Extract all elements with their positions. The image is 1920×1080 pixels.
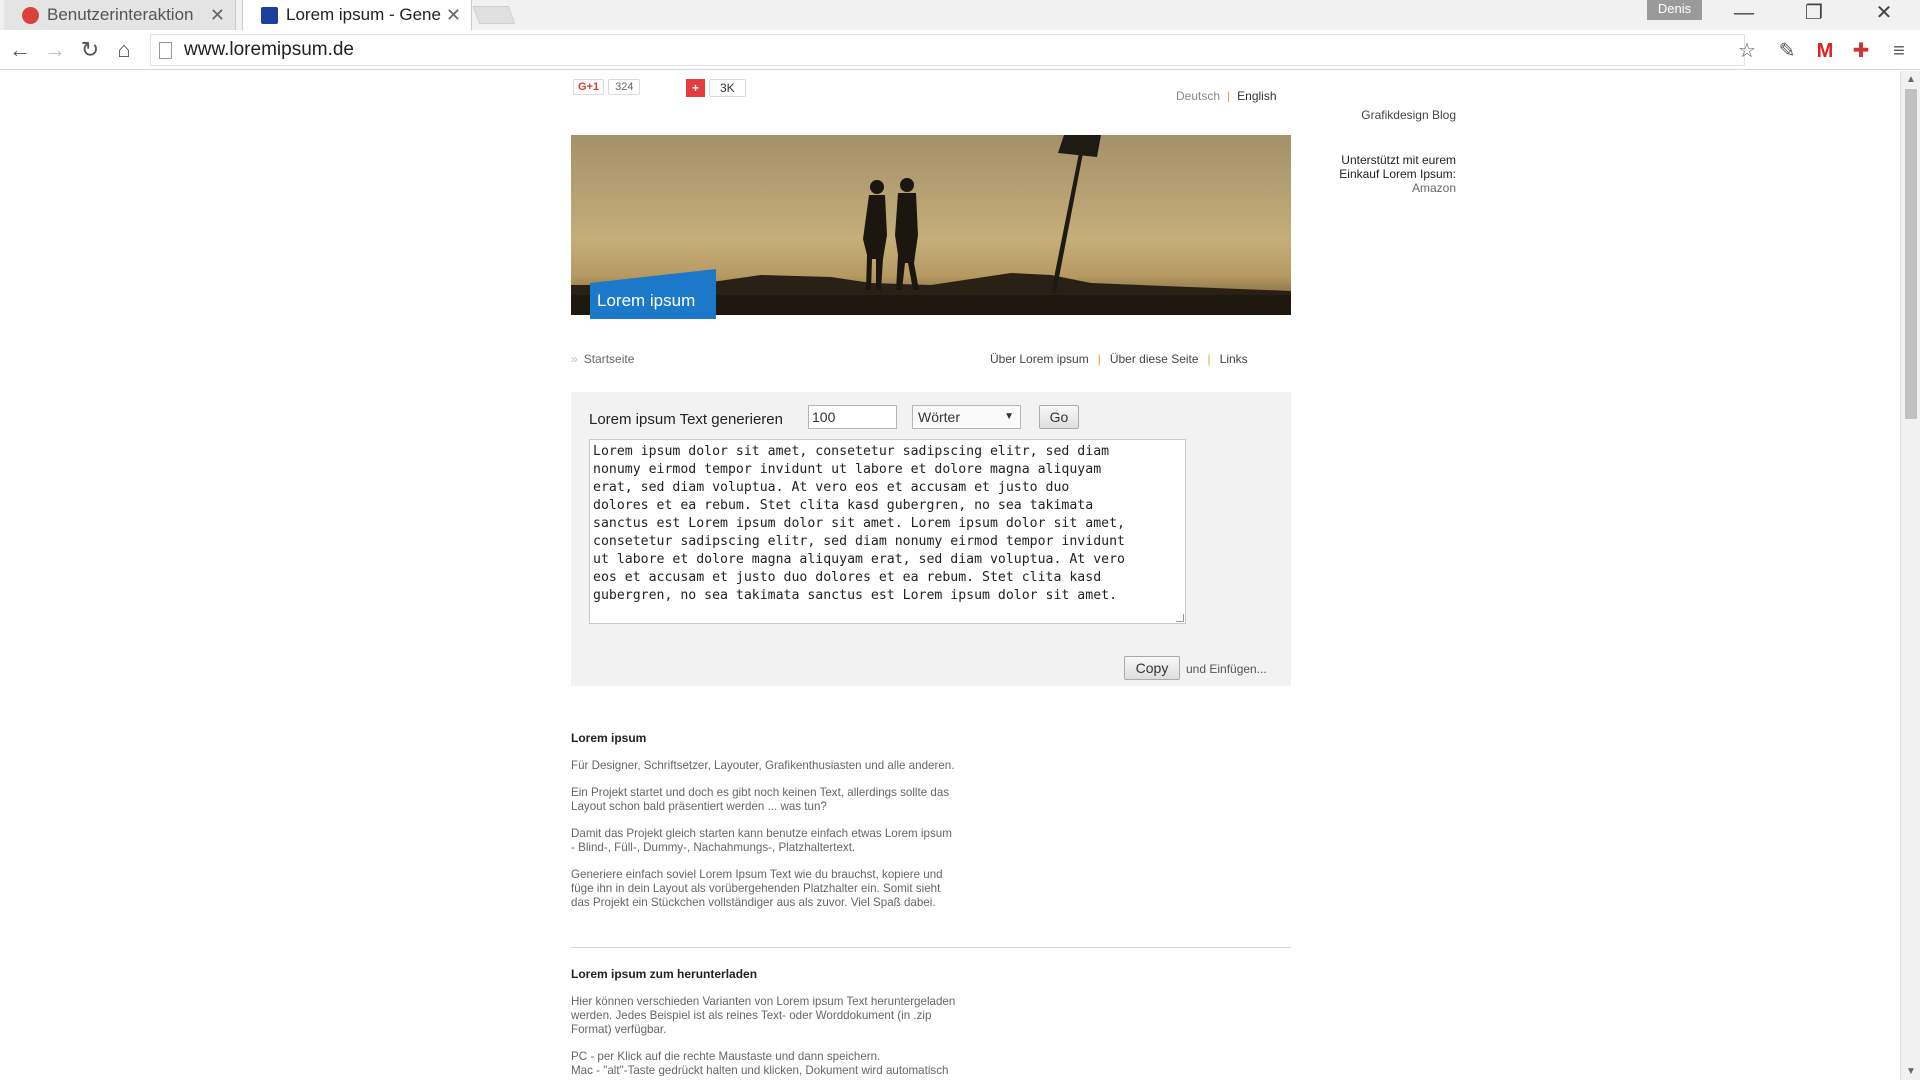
text-line: Für Designer, Schriftsetzer, Layouter, G…	[571, 759, 955, 772]
scroll-up-icon[interactable]: ▲	[1906, 74, 1916, 85]
browser-toolbar: ← → ↻ ⌂ www.loremipsum.de ☆ ✎ M ✚ ≡	[0, 30, 1920, 70]
text-line: Ein Projekt startet und doch es gibt noc…	[571, 786, 950, 799]
lang-english-link[interactable]: English	[1237, 89, 1276, 103]
gplus-count: 324	[608, 79, 641, 95]
generator-panel: Lorem ipsum Text generieren 100 Wörter ▼…	[571, 392, 1291, 686]
download-paragraph: Hier können verschieden Varianten von Lo…	[571, 995, 1031, 1037]
share-count: 3K	[709, 79, 746, 97]
gplus-widget[interactable]: G+1 324	[573, 79, 641, 95]
bookmark-star-icon[interactable]: ☆	[1734, 38, 1760, 64]
support-line: Unterstützt mit eurem	[1341, 153, 1456, 167]
browser-tabstrip: Benutzerinteraktion ✕ Lorem ipsum - Gene…	[0, 0, 1920, 30]
amazon-link[interactable]: Amazon	[1300, 181, 1456, 195]
download-section: Lorem ipsum zum herunterladen Hier könne…	[571, 967, 1031, 1076]
divider: |	[1097, 352, 1101, 366]
new-tab-button[interactable]	[472, 6, 516, 24]
chevron-right-icon: »	[571, 352, 578, 366]
loremipsum-favicon-icon	[261, 6, 278, 24]
unit-select[interactable]: Wörter ▼	[912, 405, 1021, 429]
text-line: Generiere einfach soviel Lorem Ipsum Tex…	[571, 868, 943, 881]
pinterest-favicon-icon	[22, 6, 39, 24]
extension-plus-icon[interactable]: ✚	[1848, 38, 1874, 64]
breadcrumb: » Startseite	[571, 352, 634, 366]
about-section: Lorem ipsum Für Designer, Schriftsetzer,…	[571, 731, 1031, 923]
extension-tool-icon[interactable]: ✎	[1774, 38, 1800, 64]
copy-hint: und Einfügen...	[1186, 662, 1267, 676]
about-paragraph: Damit das Projekt gleich starten kann be…	[571, 827, 1031, 855]
text-line: das Projekt ein Stückchen vollständiger …	[571, 896, 936, 909]
scrollbar-thumb[interactable]	[1905, 89, 1917, 419]
close-tab-icon[interactable]: ✕	[210, 5, 225, 26]
breadcrumb-home-link[interactable]: Startseite	[584, 352, 635, 366]
about-paragraph: Generiere einfach soviel Lorem Ipsum Tex…	[571, 868, 1031, 910]
lorem-output-text: Lorem ipsum dolor sit amet, consetetur s…	[593, 444, 1125, 603]
divider: |	[1207, 352, 1211, 366]
copy-button[interactable]: Copy	[1124, 656, 1180, 680]
gmail-extension-icon[interactable]: M	[1812, 38, 1838, 64]
address-bar[interactable]: www.loremipsum.de	[150, 34, 1745, 66]
page-scrollbar[interactable]: ▲ ▼	[1900, 71, 1920, 1080]
text-line: Hier können verschieden Varianten von Lo…	[571, 995, 956, 1008]
text-line: füge ihn in dein Layout als vorübergehen…	[571, 882, 941, 895]
tab-lorem-ipsum[interactable]: Lorem ipsum - Gene ✕	[242, 0, 472, 30]
restore-icon[interactable]: ❐	[1784, 0, 1844, 28]
about-paragraph: Für Designer, Schriftsetzer, Layouter, G…	[571, 759, 1031, 773]
grafikdesign-blog-link[interactable]: Grafikdesign Blog	[1300, 108, 1456, 122]
language-switch: Deutsch | English	[1176, 89, 1277, 103]
tab-title: Lorem ipsum - Gene	[286, 5, 441, 24]
top-navigation: Über Lorem ipsum | Über diese Seite | Links	[990, 352, 1248, 366]
text-line: Mac - "alt"-Taste gedrückt halten und kl…	[571, 1064, 949, 1076]
word-count-input[interactable]: 100	[808, 405, 897, 429]
text-line: PC - per Klick auf die rechte Maustaste …	[571, 1050, 881, 1063]
forward-icon[interactable]: →	[41, 36, 69, 64]
page-icon	[159, 41, 172, 59]
share-plus-button[interactable]: +	[686, 79, 705, 97]
nav-item-ueber-lorem-ipsum[interactable]: Über Lorem ipsum	[990, 352, 1089, 366]
go-button[interactable]: Go	[1039, 405, 1079, 429]
text-line: Format) verfügbar.	[571, 1023, 667, 1036]
about-paragraph: Ein Projekt startet und doch es gibt noc…	[571, 786, 1031, 814]
lorem-output-textarea[interactable]: Lorem ipsum dolor sit amet, consetetur s…	[589, 439, 1186, 624]
menu-icon[interactable]: ≡	[1886, 38, 1912, 64]
web-page: G+1 324 + 3K Deutsch | English Grafikdesig…	[0, 71, 1900, 1076]
support-box: Unterstützt mit eurem Einkauf Lorem Ipsu…	[1300, 153, 1456, 195]
section-divider	[571, 947, 1291, 948]
text-line: Damit das Projekt gleich starten kann be…	[571, 827, 952, 840]
dropdown-arrow-icon: ▼	[1004, 411, 1014, 422]
support-line: Einkauf Lorem Ipsum:	[1339, 167, 1456, 181]
resize-grip-icon[interactable]	[1176, 614, 1184, 622]
back-icon[interactable]: ←	[6, 36, 34, 64]
window-close-icon[interactable]: ✕	[1854, 0, 1914, 28]
reload-icon[interactable]: ↻	[76, 36, 104, 64]
close-tab-icon[interactable]: ✕	[446, 5, 461, 26]
text-line: Layout schon bald präsentiert werden ...…	[571, 800, 827, 813]
lang-deutsch-link[interactable]: Deutsch	[1176, 89, 1220, 103]
nav-item-links[interactable]: Links	[1220, 352, 1248, 366]
text-line: - Blind-, Füll-, Dummy-, Nachahmungs-, P…	[571, 841, 856, 854]
home-icon[interactable]: ⌂	[110, 36, 138, 64]
about-heading: Lorem ipsum	[571, 731, 647, 745]
download-heading: Lorem ipsum zum herunterladen	[571, 967, 758, 981]
unit-selected-value: Wörter	[918, 409, 960, 425]
gplus-button[interactable]: G+1	[573, 79, 605, 95]
generator-label: Lorem ipsum Text generieren	[589, 411, 783, 428]
minimize-icon[interactable]: —	[1714, 0, 1774, 28]
share-widget[interactable]: + 3K	[686, 79, 746, 97]
url-text: www.loremipsum.de	[184, 39, 354, 60]
tab-title: Benutzerinteraktion	[47, 5, 194, 24]
download-paragraph: PC - per Klick auf die rechte Maustaste …	[571, 1050, 1031, 1076]
text-line: werden. Jedes Beispiel ist als reines Te…	[571, 1009, 932, 1022]
nav-item-ueber-diese-seite[interactable]: Über diese Seite	[1110, 352, 1199, 366]
divider: |	[1227, 89, 1231, 103]
tab-benutzerinteraktion[interactable]: Benutzerinteraktion ✕	[4, 0, 236, 30]
scroll-down-icon[interactable]: ▼	[1906, 1066, 1916, 1077]
profile-badge[interactable]: Denis	[1647, 0, 1702, 20]
